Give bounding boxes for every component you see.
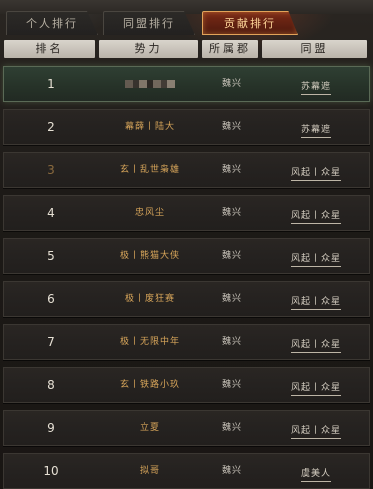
alliance-link[interactable]: 风起丨众星 — [290, 382, 341, 396]
table-row[interactable]: 2 幕薛丨陆大 魏兴 苏幕遮 — [3, 109, 370, 145]
table-header: 排名 势力 所属郡 同盟 — [4, 40, 367, 58]
county-name: 魏兴 — [221, 122, 242, 132]
table-row[interactable]: 7 极丨无限中年 魏兴 风起丨众星 — [3, 324, 370, 360]
alliance-cell: 风起丨众星 — [264, 325, 368, 359]
tab-alliance-ranking[interactable]: 同盟排行 — [103, 11, 195, 35]
county-name: 魏兴 — [221, 294, 242, 304]
rank-number: 4 — [47, 206, 55, 220]
table-row[interactable]: 6 极丨废狂赛 魏兴 风起丨众星 — [3, 281, 370, 317]
faction-name[interactable]: 幕薛丨陆大 — [100, 110, 200, 144]
table-row[interactable]: 10 拟哥 魏兴 虞美人 — [3, 453, 370, 489]
county-name: 魏兴 — [221, 380, 242, 390]
county-name: 魏兴 — [221, 251, 242, 261]
rank-number: 9 — [47, 421, 55, 435]
alliance-cell: 苏幕遮 — [264, 110, 368, 144]
alliance-cell: 苏幕遮 — [264, 67, 368, 101]
faction-name[interactable]: 极丨无限中年 — [100, 325, 200, 359]
rank-number: 10 — [43, 464, 59, 478]
county-name: 魏兴 — [221, 423, 242, 433]
faction-name — [100, 67, 200, 101]
table-row[interactable]: 1 魏兴 苏幕遮 — [3, 66, 370, 102]
faction-name[interactable]: 拟哥 — [100, 454, 200, 488]
alliance-link[interactable]: 风起丨众星 — [290, 425, 341, 439]
rank-number: 3 — [47, 163, 55, 177]
faction-name[interactable]: 玄丨铁路小玖 — [100, 368, 200, 402]
header-faction[interactable]: 势力 — [99, 40, 198, 58]
alliance-link[interactable]: 苏幕遮 — [300, 124, 331, 138]
alliance-cell: 风起丨众星 — [264, 153, 368, 187]
faction-name[interactable]: 立夏 — [100, 411, 200, 445]
county-name: 魏兴 — [221, 165, 242, 175]
faction-name[interactable]: 极丨废狂赛 — [100, 282, 200, 316]
county-name: 魏兴 — [221, 466, 242, 476]
header-alliance[interactable]: 同盟 — [262, 40, 367, 58]
table-row[interactable]: 5 极丨熊猫大侠 魏兴 风起丨众星 — [3, 238, 370, 274]
faction-name[interactable]: 玄丨乱世枭雄 — [100, 153, 200, 187]
alliance-link[interactable]: 风起丨众星 — [290, 296, 341, 310]
rank-number: 2 — [47, 120, 55, 134]
county-name: 魏兴 — [221, 337, 242, 347]
table-row[interactable]: 4 忠风尘 魏兴 风起丨众星 — [3, 195, 370, 231]
alliance-link[interactable]: 虞美人 — [300, 468, 331, 482]
alliance-link[interactable]: 风起丨众星 — [290, 339, 341, 353]
alliance-link[interactable]: 苏幕遮 — [300, 81, 331, 95]
alliance-cell: 虞美人 — [264, 454, 368, 488]
county-name: 魏兴 — [221, 79, 242, 89]
header-county[interactable]: 所属郡 — [202, 40, 258, 58]
rank-number: 1 — [47, 77, 55, 91]
alliance-link[interactable]: 风起丨众星 — [290, 253, 341, 267]
faction-name[interactable]: 忠风尘 — [100, 196, 200, 230]
faction-name[interactable]: 极丨熊猫大侠 — [100, 239, 200, 273]
alliance-link[interactable]: 风起丨众星 — [290, 167, 341, 181]
rank-number: 6 — [47, 292, 55, 306]
county-name: 魏兴 — [221, 208, 242, 218]
alliance-cell: 风起丨众星 — [264, 239, 368, 273]
table-row[interactable]: 3 玄丨乱世枭雄 魏兴 风起丨众星 — [3, 152, 370, 188]
rank-number: 8 — [47, 378, 55, 392]
alliance-cell: 风起丨众星 — [264, 411, 368, 445]
table-row[interactable]: 8 玄丨铁路小玖 魏兴 风起丨众星 — [3, 367, 370, 403]
rank-number: 5 — [47, 249, 55, 263]
tab-personal-ranking[interactable]: 个人排行 — [6, 11, 98, 35]
alliance-cell: 风起丨众星 — [264, 282, 368, 316]
rank-number: 7 — [47, 335, 55, 349]
alliance-cell: 风起丨众星 — [264, 368, 368, 402]
alliance-link[interactable]: 风起丨众星 — [290, 210, 341, 224]
header-rank[interactable]: 排名 — [4, 40, 95, 58]
table-row[interactable]: 9 立夏 魏兴 风起丨众星 — [3, 410, 370, 446]
tab-contribution-ranking[interactable]: 贡献排行 — [202, 11, 298, 35]
alliance-cell: 风起丨众星 — [264, 196, 368, 230]
censored-name-mosaic — [125, 79, 175, 88]
